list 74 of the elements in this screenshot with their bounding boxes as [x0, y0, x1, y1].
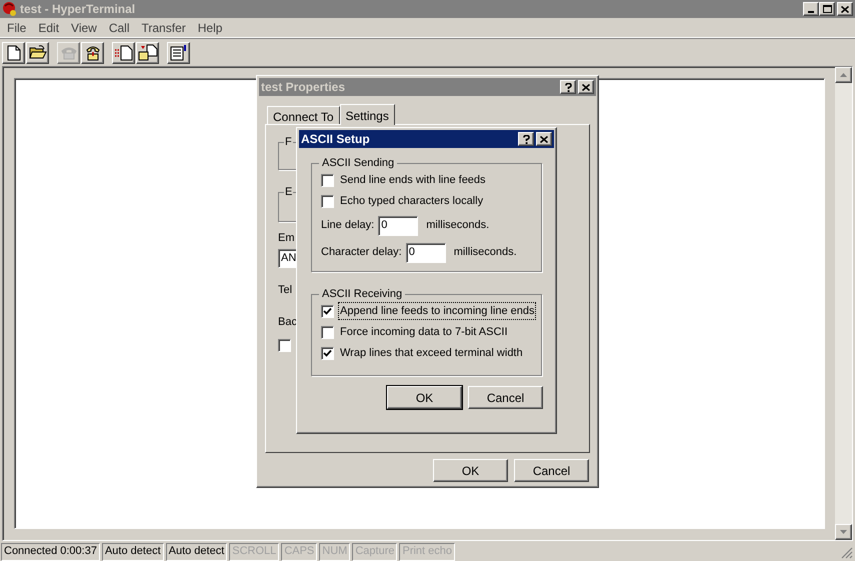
blank-page-icon [6, 44, 20, 60]
toolbar-button[interactable] [167, 42, 190, 64]
toolbar-button[interactable] [26, 42, 49, 64]
close-icon [841, 6, 849, 12]
field-label: Line delay: [321, 218, 374, 234]
group-title: ASCII Sending [321, 156, 396, 171]
dialog-button[interactable]: Cancel [468, 386, 543, 409]
close-button[interactable] [837, 2, 853, 16]
menu-item[interactable]: Edit [32, 18, 66, 36]
checkbox-label[interactable]: Echo typed characters locally [338, 192, 486, 210]
receive-file-icon [138, 44, 158, 61]
close-icon [582, 84, 590, 90]
dialog-button[interactable]: OK [433, 459, 508, 482]
field-label: Tel [278, 282, 292, 298]
maximize-icon [822, 5, 832, 13]
delay-field[interactable]: 0 [406, 242, 446, 262]
minimize-icon [808, 11, 814, 13]
status-panel: Connected 0:00:37 [1, 542, 100, 560]
menu-item[interactable]: Help [192, 18, 228, 36]
close-icon [540, 136, 548, 142]
checkbox-label[interactable]: Wrap lines that exceed terminal width [338, 344, 525, 362]
checkbox[interactable] [321, 194, 334, 208]
field-label: Em [278, 231, 294, 246]
checkbox[interactable] [321, 326, 334, 338]
question-icon [564, 82, 572, 92]
properties-icon [168, 44, 188, 61]
up-arrow-icon [840, 73, 847, 77]
checkbox-label[interactable]: Send line ends with line feeds [338, 170, 488, 190]
unit-label: milliseconds. [426, 218, 490, 234]
dialog-title: test Properties [261, 79, 346, 96]
toolbar-button[interactable] [136, 42, 159, 64]
status-panel: Auto detect [102, 542, 164, 560]
status-panel: Auto detect [166, 542, 228, 560]
window-title: test - HyperTerminal [20, 1, 136, 18]
maximize-button[interactable] [819, 2, 835, 16]
unit-label: milliseconds. [454, 245, 517, 260]
checkbox-label[interactable]: Append line feeds to incoming line ends [338, 302, 536, 320]
checkbox[interactable] [278, 338, 291, 352]
send-file-icon [114, 44, 134, 60]
dialog-title: ASCII Setup [301, 131, 371, 148]
emulation-field-value: AN [281, 252, 296, 264]
close-button[interactable] [536, 132, 552, 146]
checkbox-label[interactable]: Force incoming data to 7-bit ASCII [338, 322, 510, 342]
field-label: Bac [278, 315, 297, 330]
menu-item[interactable]: View [65, 18, 103, 36]
toolbar-button[interactable] [81, 42, 104, 64]
group-label: E [284, 185, 294, 200]
delay-field[interactable]: 0 [378, 216, 418, 236]
menu-item[interactable]: Transfer [136, 18, 192, 36]
size-grip-icon[interactable] [841, 547, 853, 559]
vertical-scrollbar[interactable] [835, 67, 852, 540]
scroll-up-button[interactable] [835, 67, 852, 83]
down-arrow-icon [840, 530, 847, 534]
help-button[interactable] [560, 80, 576, 94]
open-folder-icon [28, 45, 46, 60]
group-title: ASCII Receiving [321, 287, 404, 302]
dialog-button[interactable]: OK [387, 386, 462, 409]
group-label: F [284, 135, 293, 150]
close-button[interactable] [578, 80, 594, 94]
checkbox[interactable] [321, 174, 334, 186]
tab[interactable]: Settings [340, 104, 395, 125]
menu-item[interactable]: File [1, 18, 32, 36]
menu-item[interactable]: Call [102, 18, 136, 36]
toolbar-button[interactable] [112, 42, 135, 64]
toolbar-button[interactable] [2, 42, 25, 64]
checkbox[interactable] [321, 346, 334, 360]
checkbox[interactable] [321, 304, 334, 318]
help-button[interactable] [518, 132, 534, 146]
field-label: Character delay: [321, 245, 402, 260]
question-icon [522, 134, 530, 144]
dialog-button[interactable]: Cancel [514, 459, 589, 482]
minimize-button[interactable] [803, 2, 819, 16]
scroll-down-button[interactable] [835, 524, 852, 540]
tab[interactable]: Connect To [267, 106, 340, 124]
